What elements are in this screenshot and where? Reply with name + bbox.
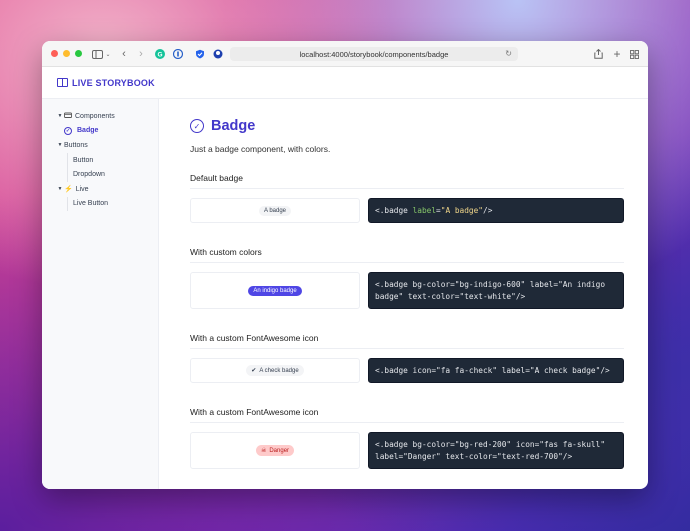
- divider: [190, 348, 624, 349]
- sidebar-item-label: Dropdown: [73, 171, 105, 179]
- sidebar-item-label: Live Button: [73, 200, 109, 208]
- browser-toolbar: ⌄ ‹ › G localhost:4000/storybook/compone…: [42, 41, 648, 67]
- tree-line: [67, 152, 68, 168]
- story-section-check-icon: With a custom FontAwesome icon ✔ A check…: [190, 333, 624, 383]
- badge-preview: An indigo badge: [190, 272, 360, 309]
- indigo-badge: An indigo badge: [248, 285, 302, 296]
- code-string: "A badge": [440, 205, 483, 215]
- badge-preview: ✔ A check badge: [190, 358, 360, 383]
- sidebar-item-label: Components: [75, 112, 115, 120]
- sidebar-item-live-button[interactable]: Live Button: [42, 196, 158, 212]
- tab-overview-icon[interactable]: [629, 47, 639, 61]
- sidebar-item-buttons[interactable]: ▼ Buttons: [42, 138, 158, 153]
- story-section-default: Default badge A badge <.badge label="A b…: [190, 173, 624, 223]
- sidebar-toggle-icon[interactable]: [90, 47, 104, 61]
- badge-label: Danger: [269, 447, 290, 454]
- address-bar[interactable]: localhost:4000/storybook/components/badg…: [230, 47, 518, 61]
- app-header: LIVE STORYBOOK: [42, 67, 648, 99]
- main-content: ✓ Badge Just a badge component, with col…: [159, 99, 648, 489]
- sidebar-item-label: Badge: [77, 127, 99, 135]
- bolt-icon: ⚡: [64, 186, 73, 194]
- code-line: <.badge icon="fa fa-check" label="A chec…: [375, 365, 610, 375]
- code-snippet[interactable]: <.badge icon="fa fa-check" label="A chec…: [368, 358, 624, 383]
- sidebar-item-label: Button: [73, 156, 94, 164]
- section-heading: Default badge: [190, 173, 243, 183]
- book-icon: [57, 78, 68, 87]
- share-icon[interactable]: [593, 47, 603, 61]
- caret-down-icon[interactable]: ▼: [56, 142, 64, 148]
- section-heading: With custom colors: [190, 247, 262, 257]
- skull-icon: ☠: [260, 448, 267, 454]
- divider: [190, 188, 624, 189]
- window-controls: [51, 50, 82, 57]
- close-window-button[interactable]: [51, 50, 58, 57]
- badge-preview: ☠ Danger: [190, 432, 360, 469]
- zoom-window-button[interactable]: [75, 50, 82, 57]
- badge-preview: A badge: [190, 198, 360, 223]
- svg-text:G: G: [157, 51, 162, 58]
- page-subtitle: Just a badge component, with colors.: [190, 144, 331, 154]
- sidebar-item-label: Buttons: [64, 141, 88, 149]
- check-circle-icon: ✓: [64, 126, 72, 135]
- tree-line: [67, 167, 68, 182]
- caret-down-icon[interactable]: ▼: [56, 186, 64, 192]
- code-line: label="Danger" text-color="text-red-700"…: [375, 451, 573, 461]
- forward-icon[interactable]: ›: [136, 47, 146, 61]
- reload-icon[interactable]: ↻: [505, 49, 512, 58]
- sidebar-item-badge[interactable]: ✓ Badge: [42, 124, 158, 139]
- sidebar-item-components[interactable]: ▼ Components: [42, 109, 158, 124]
- story-section-custom-colors: With custom colors An indigo badge <.bad…: [190, 247, 624, 309]
- sidebar: ▼ Components ✓ Badge ▼ Buttons Button Dr…: [42, 99, 159, 489]
- code-snippet[interactable]: <.badge bg-color="bg-indigo-600" label="…: [368, 272, 624, 309]
- tree-line: [67, 196, 68, 212]
- app-logo-text[interactable]: LIVE STORYBOOK: [72, 78, 155, 88]
- danger-badge: ☠ Danger: [255, 445, 295, 456]
- sidebar-item-dropdown[interactable]: Dropdown: [42, 167, 158, 182]
- folder-icon: [64, 112, 72, 120]
- page-title: Badge: [211, 118, 256, 134]
- privacy-extension-icon[interactable]: [212, 47, 223, 61]
- sidebar-item-live[interactable]: ▼ ⚡ Live: [42, 182, 158, 197]
- minimize-window-button[interactable]: [63, 50, 70, 57]
- code-line: <.badge bg-color="bg-red-200" icon="fas …: [375, 439, 606, 449]
- sidebar-item-label: Live: [75, 185, 89, 193]
- sidebar-item-button[interactable]: Button: [42, 152, 158, 168]
- chevron-down-icon[interactable]: ⌄: [104, 47, 112, 61]
- caret-down-icon[interactable]: ▼: [56, 113, 64, 119]
- check-badge: ✔ A check badge: [246, 365, 304, 376]
- default-badge: A badge: [258, 205, 292, 216]
- code-snippet[interactable]: <.badge bg-color="bg-red-200" icon="fas …: [368, 432, 624, 469]
- shield-extension-icon[interactable]: [194, 47, 205, 61]
- divider: [190, 262, 624, 263]
- back-icon[interactable]: ‹: [119, 47, 129, 61]
- new-tab-icon[interactable]: +: [612, 47, 622, 61]
- section-heading: With a custom FontAwesome icon: [190, 333, 319, 343]
- badge-label: A check badge: [259, 367, 299, 374]
- code-line: badge" text-color="text-white"/>: [375, 291, 526, 301]
- check-circle-icon: ✓: [190, 119, 204, 133]
- grammarly-extension-icon[interactable]: G: [154, 47, 165, 61]
- story-section-danger: With a custom FontAwesome icon ☠ Danger …: [190, 407, 624, 469]
- code-line: <.badge bg-color="bg-indigo-600" label="…: [375, 279, 606, 289]
- password-extension-icon[interactable]: [172, 47, 183, 61]
- divider: [190, 422, 624, 423]
- url-text: localhost:4000/storybook/components/badg…: [299, 49, 449, 59]
- code-snippet[interactable]: <.badge label="A badge"/>: [368, 198, 624, 223]
- section-heading: With a custom FontAwesome icon: [190, 407, 319, 417]
- browser-window: ⌄ ‹ › G localhost:4000/storybook/compone…: [42, 41, 648, 489]
- check-icon: ✔: [251, 368, 257, 374]
